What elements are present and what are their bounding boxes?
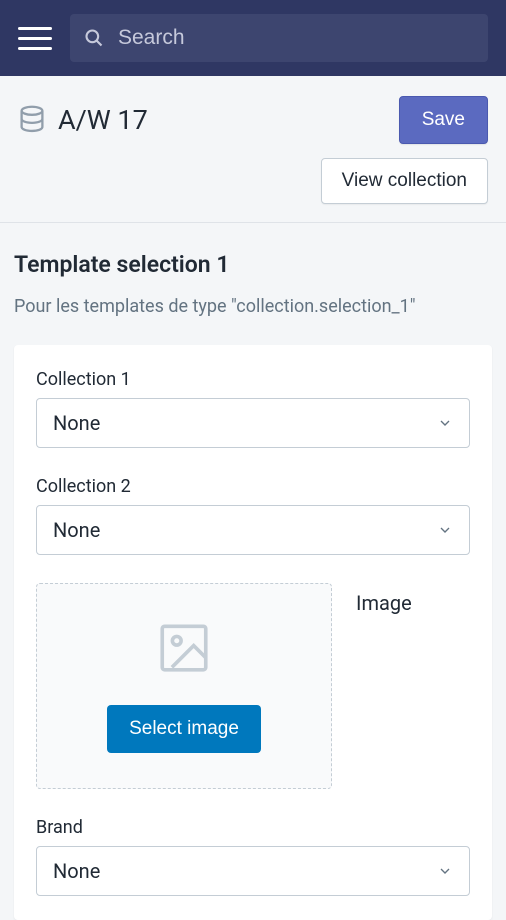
chevron-down-icon	[437, 863, 453, 879]
select-collection-2[interactable]: None	[36, 505, 470, 555]
chevron-down-icon	[437, 522, 453, 538]
database-icon	[18, 105, 46, 135]
content: Template selection 1 Pour les templates …	[0, 223, 506, 920]
form-card: Collection 1 None Collection 2 None	[14, 345, 492, 920]
label-brand: Brand	[36, 817, 470, 838]
select-brand[interactable]: None	[36, 846, 470, 896]
view-collection-button[interactable]: View collection	[321, 158, 488, 204]
image-placeholder-icon	[155, 619, 213, 677]
save-button[interactable]: Save	[399, 96, 488, 144]
section-title: Template selection 1	[14, 251, 492, 278]
topbar	[0, 0, 506, 76]
field-collection-2: Collection 2 None	[36, 476, 470, 555]
select-value: None	[53, 411, 100, 435]
select-collection-1[interactable]: None	[36, 398, 470, 448]
search-input[interactable]	[118, 26, 474, 50]
label-collection-1: Collection 1	[36, 369, 470, 390]
label-image: Image	[356, 583, 412, 615]
field-collection-1: Collection 1 None	[36, 369, 470, 448]
page-header: A/W 17 Save View collection	[0, 76, 506, 223]
field-image: Select image Image	[36, 583, 470, 789]
select-value: None	[53, 859, 100, 883]
menu-icon[interactable]	[18, 21, 52, 55]
image-dropzone[interactable]: Select image	[36, 583, 332, 789]
label-collection-2: Collection 2	[36, 476, 470, 497]
search-icon	[84, 28, 104, 48]
page-title: A/W 17	[58, 104, 148, 136]
select-value: None	[53, 518, 100, 542]
search-container[interactable]	[70, 14, 488, 62]
chevron-down-icon	[437, 415, 453, 431]
select-image-button[interactable]: Select image	[107, 705, 261, 753]
field-brand: Brand None	[36, 817, 470, 896]
section-subtitle: Pour les templates de type "collection.s…	[14, 296, 492, 317]
